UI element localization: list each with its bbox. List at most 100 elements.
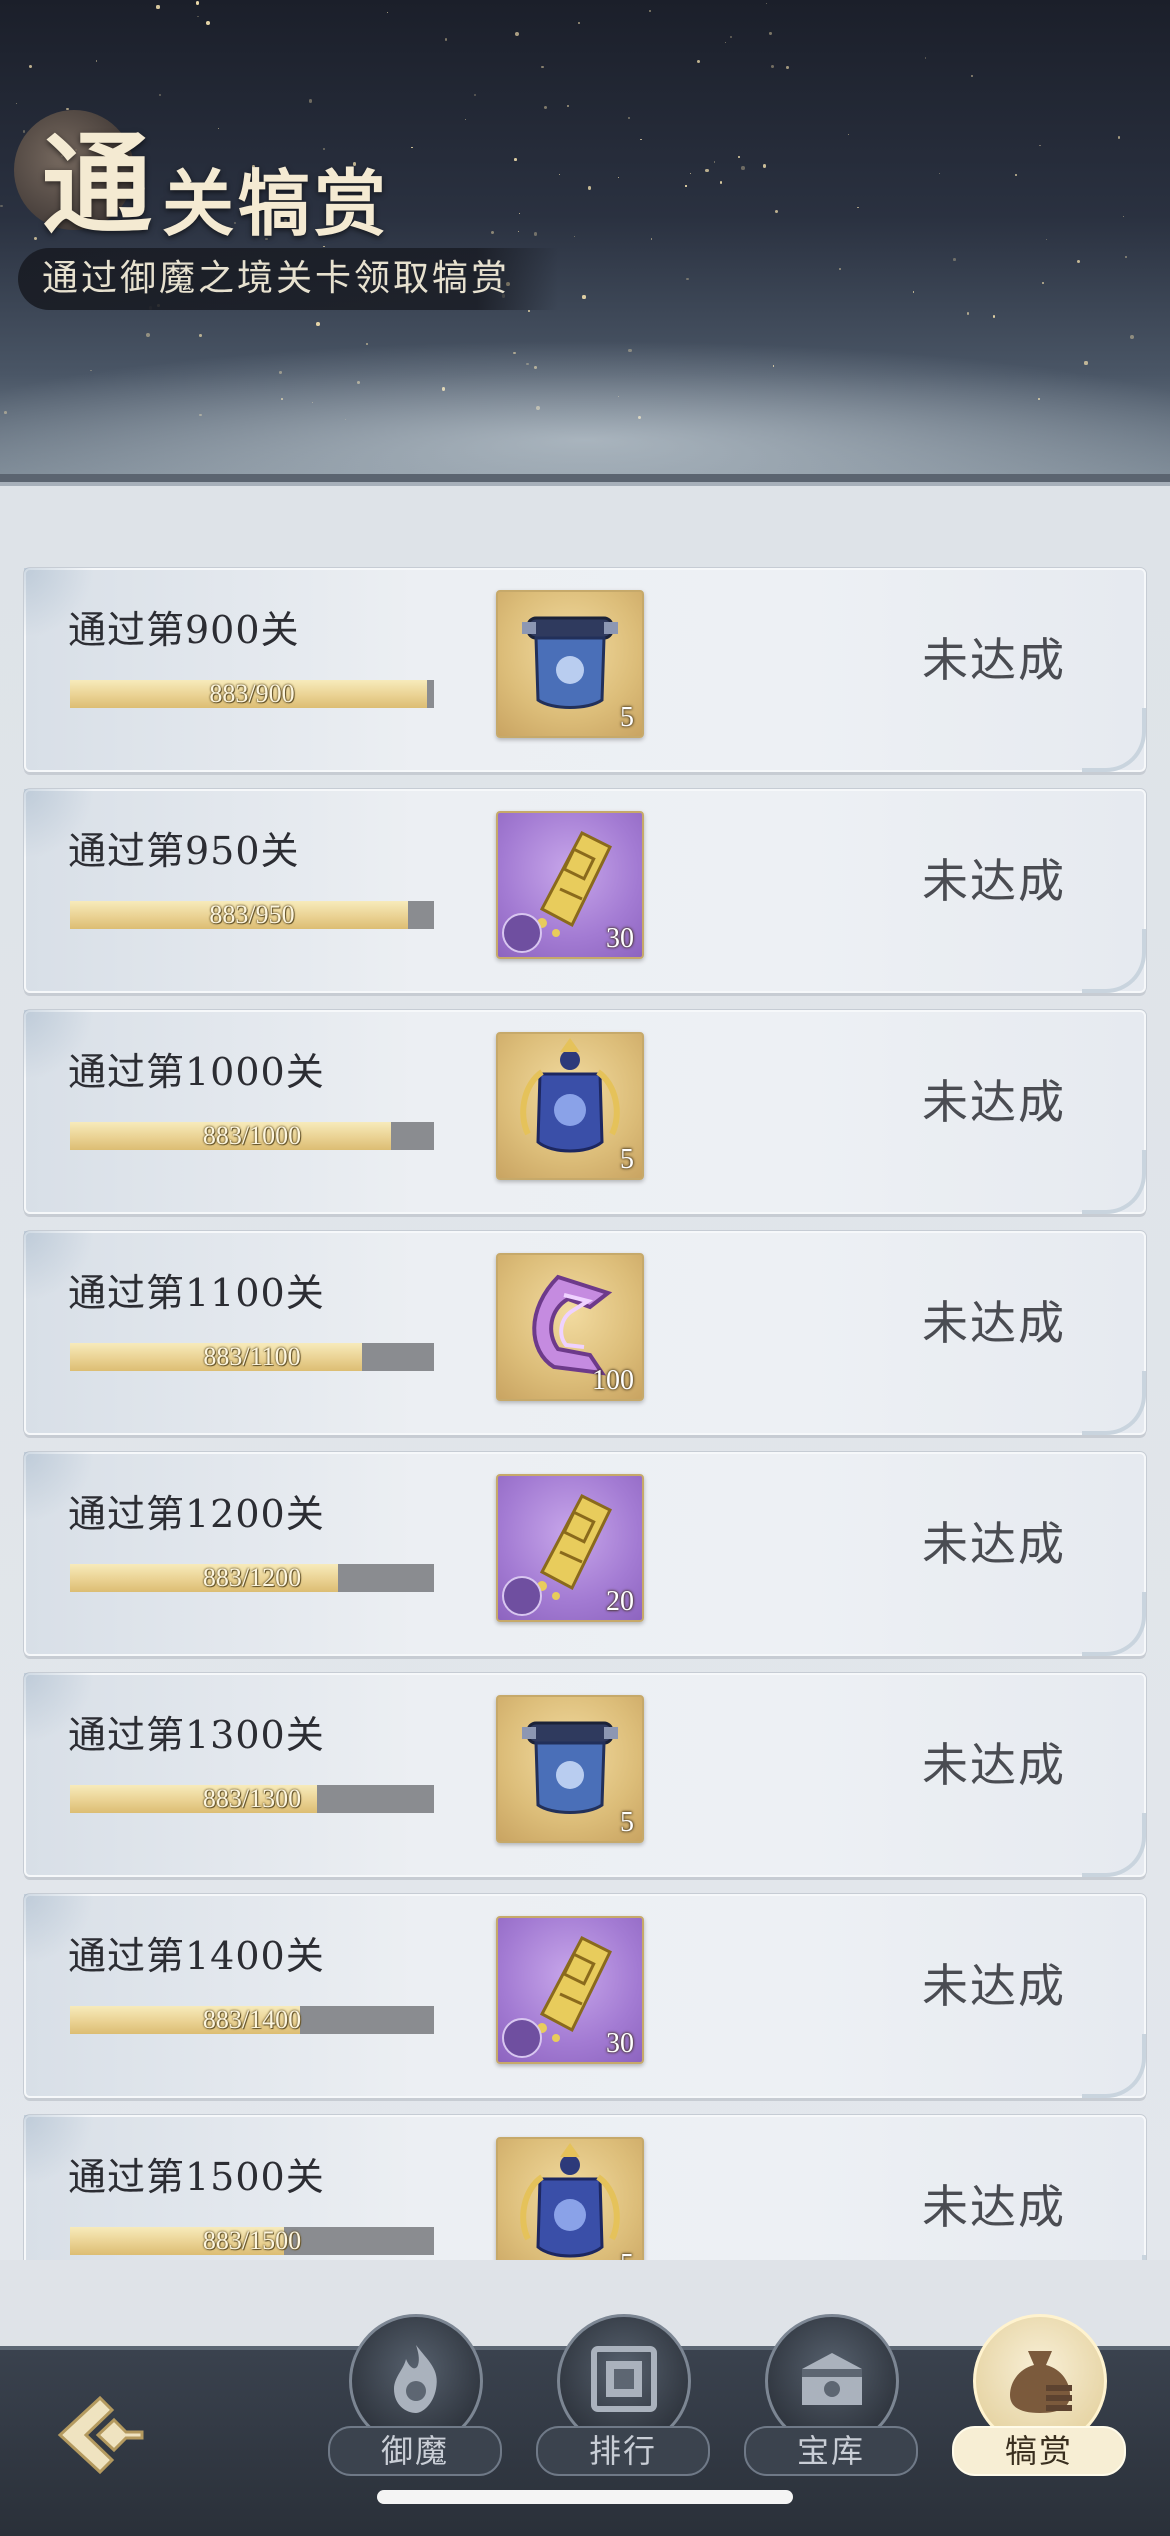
star-dot — [924, 57, 927, 59]
star-dot — [411, 147, 413, 149]
star-dot — [769, 32, 772, 35]
star-dot — [22, 130, 26, 133]
reward-requirement-label: 通过第1300关 — [68, 1713, 325, 1757]
page-title-first-char: 通 — [42, 120, 156, 249]
reward-card: 通过第1100关 883/1100 100 未达成 — [24, 1231, 1146, 1435]
star-dot — [573, 235, 576, 237]
reward-quantity: 30 — [606, 2028, 634, 2059]
star-dot — [1046, 238, 1048, 240]
star-dot — [971, 74, 974, 77]
star-dot — [577, 21, 580, 24]
reward-status[interactable]: 未达成 — [922, 1518, 1066, 1570]
star-dot — [848, 134, 850, 136]
reward-quantity: 20 — [606, 1586, 634, 1617]
star-dot — [514, 158, 517, 162]
star-dot — [518, 212, 520, 214]
reward-item-slot[interactable]: 100 — [496, 1253, 644, 1401]
subtitle-banner: 通过御魔之境关卡领取犒赏 — [18, 248, 558, 310]
star-dot — [713, 161, 716, 163]
star-dot — [651, 238, 653, 240]
progress-bar: 883/1000 — [70, 1122, 434, 1150]
star-dot — [856, 206, 859, 209]
star-dot — [528, 310, 531, 313]
star-dot — [515, 31, 519, 36]
star-dot — [587, 186, 592, 191]
reward-requirement-label: 通过第900关 — [68, 608, 300, 652]
tab-rewards[interactable]: 犒赏 — [952, 2314, 1126, 2476]
reward-item-slot[interactable]: 20 — [496, 1474, 644, 1622]
progress-bar: 883/900 — [70, 680, 434, 708]
star-dot — [786, 66, 789, 70]
reward-item-slot[interactable]: 30 — [496, 811, 644, 959]
progress-text: 883/1500 — [202, 2226, 302, 2255]
reward-quantity: 5 — [620, 1144, 634, 1175]
reward-requirement-label: 通过第1500关 — [68, 2155, 325, 2199]
reward-status[interactable]: 未达成 — [922, 1960, 1066, 2012]
progress-text: 883/950 — [209, 900, 295, 929]
star-dot — [198, 334, 202, 337]
back-button[interactable] — [52, 2390, 152, 2480]
star-dot — [648, 10, 651, 13]
reward-status[interactable]: 未达成 — [922, 2181, 1066, 2233]
star-dot — [1014, 173, 1018, 177]
mist-overlay — [0, 340, 1170, 480]
fragment-badge-icon — [502, 913, 542, 953]
reward-item-slot[interactable]: 30 — [496, 1916, 644, 2064]
star-dot — [490, 231, 494, 235]
star-dot — [686, 277, 689, 281]
reward-status[interactable]: 未达成 — [922, 1739, 1066, 1791]
star-dot — [559, 174, 561, 176]
star-dot — [763, 164, 767, 168]
star-dot — [1076, 260, 1081, 264]
star-dot — [146, 333, 151, 337]
star-dot — [730, 36, 733, 39]
tab-treasury[interactable]: 宝库 — [744, 2314, 918, 2476]
reward-requirement-label: 通过第1400关 — [68, 1934, 325, 1978]
star-dot — [386, 11, 388, 13]
progress-text: 883/900 — [209, 679, 295, 708]
star-dot — [195, 1, 200, 5]
progress-bar: 883/1200 — [70, 1564, 434, 1592]
home-indicator[interactable] — [377, 2490, 793, 2504]
star-dot — [1122, 216, 1124, 218]
reward-item-slot[interactable]: 5 — [496, 1695, 644, 1843]
reward-status[interactable]: 未达成 — [922, 1076, 1066, 1128]
reward-requirement-label: 通过第950关 — [68, 829, 300, 873]
star-dot — [696, 60, 700, 64]
star-dot — [628, 117, 631, 120]
progress-bar: 883/950 — [70, 901, 434, 929]
reward-card: 通过第1200关 883/1200 20 未达成 — [24, 1452, 1146, 1656]
tab-treasury-label: 宝库 — [744, 2426, 918, 2476]
star-dot — [1117, 136, 1120, 139]
reward-item-slot[interactable]: 5 — [496, 1032, 644, 1180]
progress-text: 883/1400 — [202, 2005, 302, 2034]
reward-list[interactable]: 通过第900关 883/900 5 未达成 通过第950关 883/950 30 未达成 通过第… — [0, 486, 1170, 2260]
star-dot — [1125, 255, 1128, 258]
reward-status[interactable]: 未达成 — [922, 855, 1066, 907]
star-dot — [1042, 282, 1045, 285]
star-dot — [473, 93, 476, 96]
treasure-chest-icon — [802, 2353, 862, 2405]
reward-card: 通过第1500关 883/1500 5 未达成 — [24, 2115, 1146, 2260]
star-dot — [308, 99, 313, 103]
star-dot — [444, 37, 448, 41]
star-dot — [15, 103, 18, 105]
reward-status[interactable]: 未达成 — [922, 634, 1066, 686]
fragment-badge-icon — [502, 2018, 542, 2058]
tab-yumo-label: 御魔 — [328, 2426, 502, 2476]
reward-requirement-label: 通过第1000关 — [68, 1050, 325, 1094]
reward-item-slot[interactable]: 5 — [496, 590, 644, 738]
tab-yumo[interactable]: 御魔 — [328, 2314, 502, 2476]
reward-item-slot[interactable]: 5 — [496, 2137, 644, 2260]
star-dot — [316, 321, 320, 326]
star-dot — [28, 64, 32, 68]
star-dot — [724, 41, 727, 43]
reward-status[interactable]: 未达成 — [922, 1297, 1066, 1349]
header-banner: 通 关犒赏 通过御魔之境关卡领取犒赏 — [0, 0, 1170, 480]
star-dot — [95, 60, 98, 62]
star-dot — [741, 166, 745, 170]
progress-text: 883/1300 — [202, 1784, 302, 1813]
page-title: 通 关犒赏 — [42, 130, 390, 240]
star-dot — [1039, 144, 1042, 147]
tab-ranking[interactable]: 排行 — [536, 2314, 710, 2476]
